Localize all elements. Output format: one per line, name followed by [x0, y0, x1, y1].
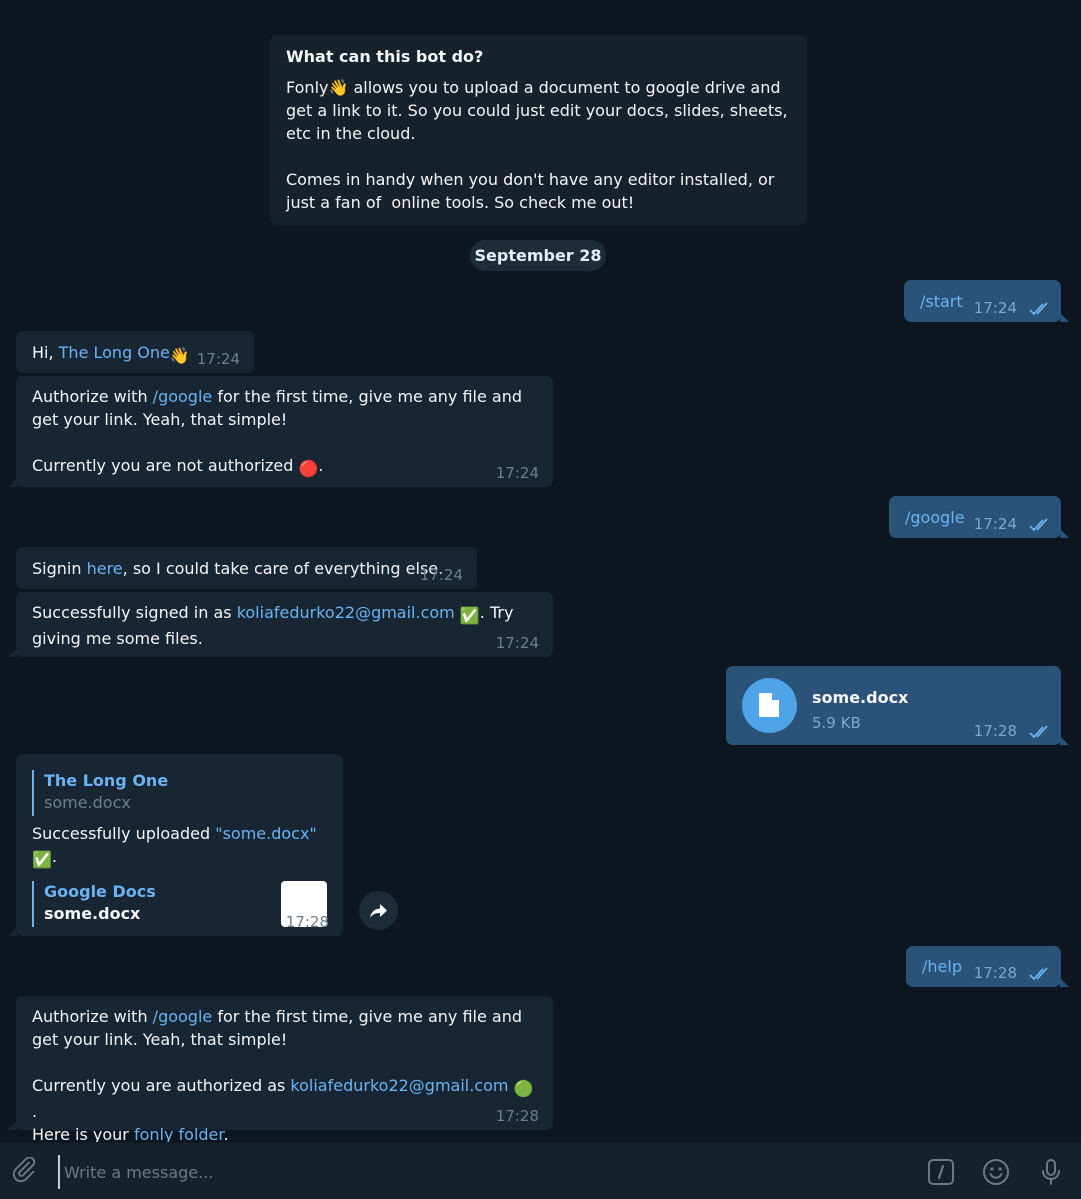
- file-size: 5.9 KB: [812, 714, 861, 732]
- auth-status-line: Currently you are not authorized 🔴.: [32, 454, 537, 480]
- email-link[interactable]: koliafedurko22@gmail.com: [290, 1076, 508, 1095]
- paperclip-icon[interactable]: [12, 1156, 42, 1187]
- greeting-text: Hi, The Long One👋: [32, 341, 190, 367]
- reply-author: The Long One: [44, 771, 169, 790]
- message-input[interactable]: [58, 1155, 906, 1189]
- message-out-file[interactable]: some.docx 5.9 KB 17:28: [726, 666, 1069, 745]
- message-in-signed-in: Successfully signed in as koliafedurko22…: [8, 592, 553, 657]
- message-time: 17:24: [419, 566, 463, 584]
- mention-link[interactable]: The Long One: [59, 343, 170, 362]
- message-in-greeting: Hi, The Long One👋 17:24: [16, 331, 254, 373]
- signin-here-link[interactable]: here: [87, 559, 123, 578]
- double-check-icon: [1029, 302, 1051, 316]
- message-time: 17:24: [973, 515, 1017, 533]
- message-in-help-reply: Authorize with /google for the first tim…: [8, 996, 553, 1144]
- reply-quote[interactable]: The Long One some.docx: [32, 770, 327, 816]
- signin-text-b: , so I could take care of everything els…: [122, 559, 444, 578]
- message-out-google[interactable]: /google 17:24: [889, 496, 1069, 538]
- command-google[interactable]: /google: [905, 506, 965, 529]
- message-out-start[interactable]: /start 17:24: [904, 280, 1069, 322]
- signin-text: Signin here, so I could take care of eve…: [32, 557, 443, 580]
- message-time: 17:24: [495, 464, 539, 482]
- double-check-icon: [1029, 725, 1051, 739]
- file-download-button[interactable]: [742, 678, 797, 733]
- document-icon: [759, 693, 779, 717]
- message-composer: [0, 1142, 1081, 1199]
- auth-text-a: Authorize with: [32, 1007, 153, 1026]
- microphone-icon[interactable]: [1036, 1157, 1066, 1187]
- red-circle-emoji: 🔴: [298, 459, 319, 478]
- upload-text-b: .: [51, 847, 58, 866]
- check-mark-emoji: ✅: [32, 850, 52, 869]
- double-check-icon: [1029, 518, 1051, 532]
- signed-in-text: Successfully signed in as koliafedurko22…: [32, 601, 537, 650]
- signin-text-a: Signin: [32, 559, 87, 578]
- auth-status-text: Currently you are not authorized: [32, 456, 299, 475]
- message-time: 17:24: [196, 350, 240, 368]
- wave-emoji: 👋: [169, 346, 190, 365]
- message-time: 17:24: [495, 634, 539, 652]
- message-time: 17:24: [973, 299, 1017, 317]
- message-time: 17:28: [973, 964, 1017, 982]
- auth-status-line: Currently you are authorized as koliafed…: [32, 1074, 537, 1123]
- message-in-upload-result: The Long One some.docx Successfully uplo…: [8, 754, 343, 936]
- auth-paragraph: Authorize with /google for the first tim…: [32, 385, 537, 431]
- auth-text-a: Authorize with: [32, 387, 153, 406]
- email-link[interactable]: koliafedurko22@gmail.com: [237, 603, 455, 622]
- bot-intro-paragraph-2: Comes in handy when you don't have any e…: [286, 170, 780, 212]
- bot-intro-paragraph-1: Fonly👋 allows you to upload a document t…: [286, 78, 793, 143]
- message-time: 17:28: [973, 722, 1017, 740]
- auth-status-period: .: [318, 456, 324, 475]
- greeting-prefix: Hi,: [32, 343, 59, 362]
- check-mark-emoji: ✅: [459, 606, 480, 625]
- smiley-icon[interactable]: [981, 1157, 1011, 1187]
- command-start[interactable]: /start: [920, 290, 963, 313]
- message-in-signin: Signin here, so I could take care of eve…: [16, 547, 477, 589]
- auth-status-text: Currently you are authorized as: [32, 1076, 291, 1095]
- command-help[interactable]: /help: [922, 955, 962, 978]
- auth-paragraph: Authorize with /google for the first tim…: [32, 1005, 537, 1051]
- signed-text-a: Successfully signed in as: [32, 603, 237, 622]
- message-time: 17:28: [495, 1107, 539, 1125]
- reply-text: some.docx: [44, 793, 131, 812]
- command-google-link[interactable]: /google: [153, 1007, 213, 1026]
- share-button[interactable]: [359, 891, 398, 930]
- slash-icon[interactable]: [926, 1157, 956, 1187]
- upload-text: Successfully uploaded "some.docx" ✅.: [32, 822, 327, 871]
- bot-intro-title: What can this bot do?: [286, 47, 484, 66]
- upload-text-a: Successfully uploaded: [32, 824, 216, 843]
- auth-status-period: .: [32, 1102, 38, 1121]
- share-arrow-icon: [370, 904, 387, 918]
- message-in-auth-status: Authorize with /google for the first tim…: [8, 376, 553, 487]
- message-time: 17:28: [285, 913, 329, 931]
- double-check-icon: [1029, 967, 1051, 981]
- green-circle-emoji: 🟢: [513, 1079, 534, 1098]
- file-name: some.docx: [812, 688, 909, 707]
- link-preview[interactable]: Google Docs some.docx: [32, 881, 327, 927]
- message-out-help[interactable]: /help 17:28: [906, 946, 1069, 987]
- date-badge: September 28: [470, 240, 606, 271]
- bot-intro-card: What can this bot do? Fonly👋 allows you …: [270, 35, 807, 225]
- uploaded-file-link[interactable]: "some.docx": [215, 824, 317, 843]
- command-google-link[interactable]: /google: [153, 387, 213, 406]
